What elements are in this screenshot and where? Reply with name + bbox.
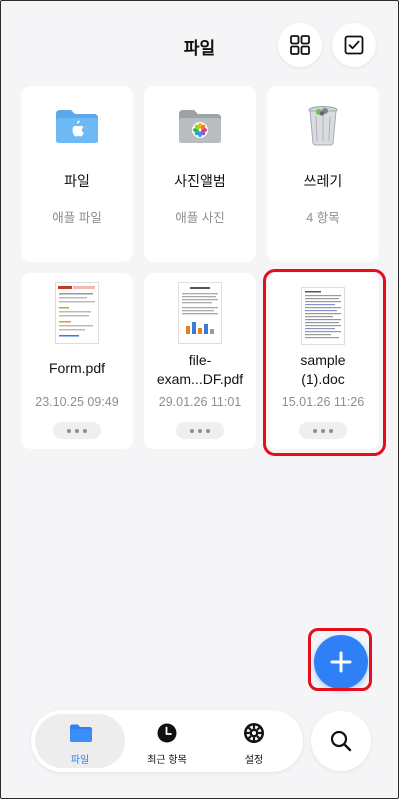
tab-recent[interactable]: 최근 항목 <box>122 714 212 768</box>
tab-label: 설정 <box>244 755 264 766</box>
file-card-form[interactable]: Form.pdf 23.10.25 09:49 <box>21 273 133 449</box>
grid-icon <box>290 35 310 55</box>
pdf-thumbnail <box>55 282 99 344</box>
select-button[interactable] <box>332 23 376 67</box>
grid-view-button[interactable] <box>278 23 322 67</box>
folder-name: 사진앨범 <box>174 173 226 189</box>
search-icon <box>330 730 352 752</box>
more-options-button[interactable] <box>53 422 101 439</box>
folder-card-trash[interactable]: 쓰레기 4 항목 <box>267 86 379 262</box>
folder-subtitle: 애플 사진 <box>175 211 225 225</box>
file-date: 29.01.26 11:01 <box>158 395 242 409</box>
folder-name: 파일 <box>64 173 90 189</box>
tab-bar: 파일 최근 항목 설정 <box>31 710 303 772</box>
app-screen: 파일 파일 애플 파일 사진앨범 애플 사진 쓰레기 4 항목 Form.pdf… <box>0 0 399 799</box>
checkbox-icon <box>344 35 364 55</box>
folder-card-files[interactable]: 파일 애플 파일 <box>21 86 133 262</box>
file-card-example-pdf[interactable]: file- exam...DF.pdf 29.01.26 11:01 <box>144 273 256 449</box>
folder-subtitle: 4 항목 <box>306 211 340 225</box>
folder-card-photos[interactable]: 사진앨범 애플 사진 <box>144 86 256 262</box>
folder-icon <box>70 724 92 742</box>
photos-folder-icon <box>179 110 221 143</box>
tab-label: 최근 항목 <box>147 755 187 766</box>
trash-icon <box>308 106 338 146</box>
pdf-thumbnail <box>178 282 222 344</box>
gear-icon <box>244 723 264 743</box>
file-name: file- exam...DF.pdf <box>156 352 244 387</box>
file-name: Form.pdf <box>48 360 105 376</box>
tab-label: 파일 <box>70 755 90 766</box>
highlight-box <box>263 269 386 456</box>
more-options-button[interactable] <box>176 422 224 439</box>
clock-icon <box>157 723 177 743</box>
highlight-box <box>308 628 372 691</box>
folder-name: 쓰레기 <box>303 173 343 189</box>
tab-settings[interactable]: 설정 <box>209 714 299 768</box>
folder-subtitle: 애플 파일 <box>52 211 102 225</box>
tab-files[interactable]: 파일 <box>35 714 125 768</box>
blue-folder-icon <box>56 110 98 143</box>
search-button[interactable] <box>311 711 371 771</box>
file-date: 23.10.25 09:49 <box>35 395 119 409</box>
